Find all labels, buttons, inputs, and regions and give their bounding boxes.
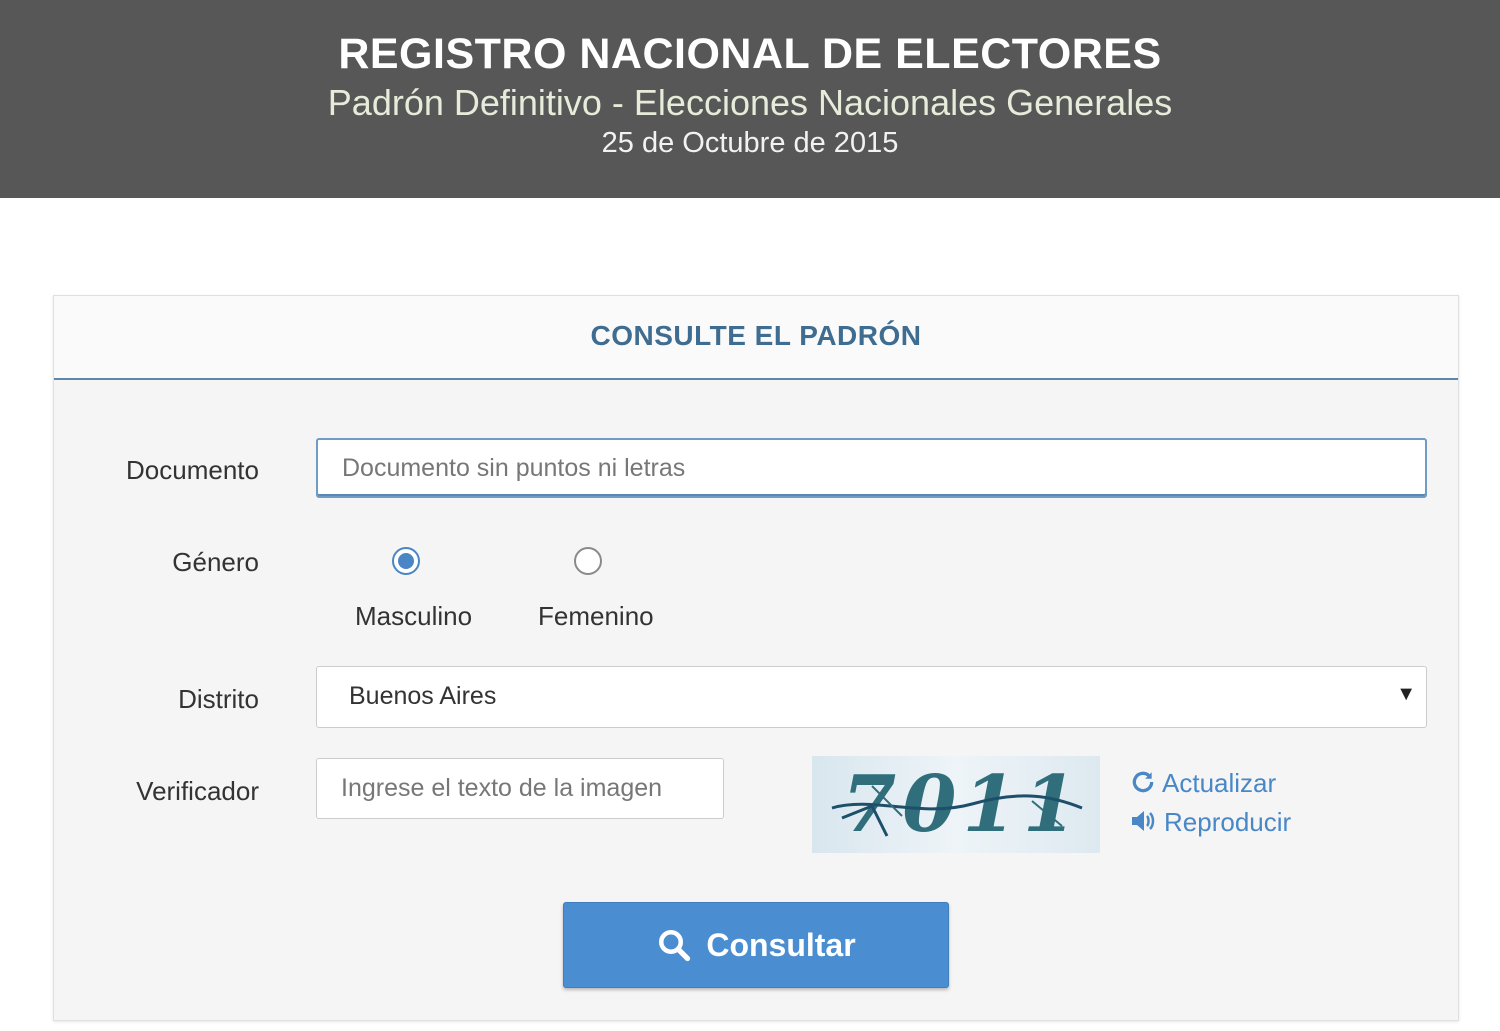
distrito-select[interactable]: Buenos Aires ▼ <box>316 666 1427 728</box>
query-panel: CONSULTE EL PADRÓN Documento Género Masc… <box>53 295 1459 1021</box>
documento-label: Documento <box>126 455 259 485</box>
distrito-label: Distrito <box>178 684 259 714</box>
radio-masculino[interactable] <box>392 547 420 580</box>
caret-down-icon: ▼ <box>1396 683 1416 705</box>
refresh-captcha-link[interactable]: Actualizar <box>1130 768 1276 802</box>
page-subtitle: Padrón Definitivo - Elecciones Nacionale… <box>327 82 1173 123</box>
play-label[interactable]: Reproducir <box>1164 807 1291 837</box>
panel-heading: CONSULTE EL PADRÓN <box>54 296 1458 380</box>
documento-input[interactable] <box>316 438 1427 498</box>
captcha-graphic: 7011 <box>831 759 1083 850</box>
verificador-input[interactable] <box>316 758 724 819</box>
radio-femenino[interactable] <box>574 547 602 580</box>
genero-label: Género <box>172 547 259 577</box>
search-icon <box>656 927 692 963</box>
page-title: REGISTRO NACIONAL DE ELECTORES <box>338 30 1162 78</box>
page-header: REGISTRO NACIONAL DE ELECTORES Padrón De… <box>0 0 1500 198</box>
panel-title: CONSULTE EL PADRÓN <box>590 320 922 351</box>
play-captcha-link[interactable]: Reproducir <box>1130 807 1291 840</box>
refresh-label[interactable]: Actualizar <box>1162 768 1276 798</box>
election-date: 25 de Octubre de 2015 <box>601 127 899 159</box>
consultar-label[interactable]: Consultar <box>706 927 855 964</box>
captcha-image: 7011 <box>812 756 1100 853</box>
refresh-icon <box>1130 769 1156 802</box>
verificador-label: Verificador <box>136 776 259 806</box>
consultar-button[interactable]: Consultar <box>563 902 949 988</box>
radio-femenino-label[interactable]: Femenino <box>538 601 654 632</box>
radio-femenino-control[interactable] <box>574 547 602 575</box>
radio-masculino-label[interactable]: Masculino <box>355 601 472 632</box>
distrito-selected-value: Buenos Aires <box>349 682 497 710</box>
radio-masculino-control[interactable] <box>392 547 420 575</box>
volume-icon <box>1130 809 1158 840</box>
